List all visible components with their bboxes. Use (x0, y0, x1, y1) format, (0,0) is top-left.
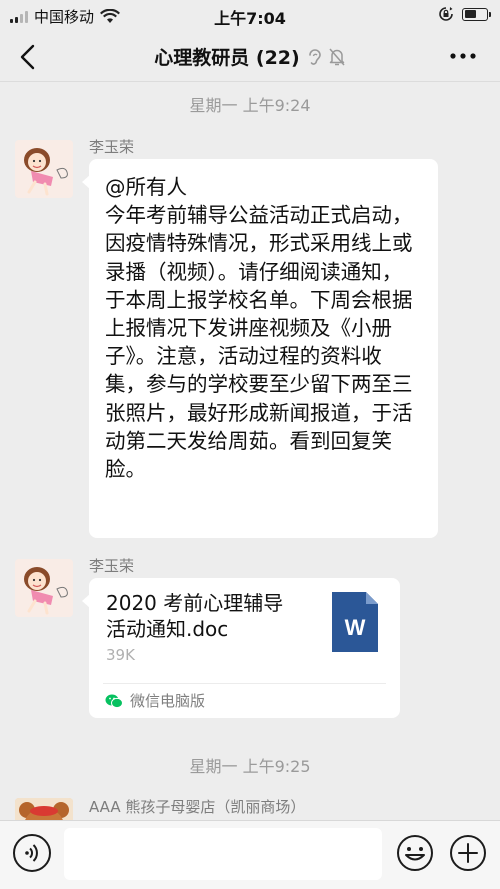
ear-icon (308, 48, 321, 65)
chat-area[interactable]: 星期一 上午9:24 李玉荣 @所有人 今年考前辅导公益活动正式启动，因疫情特殊… (0, 83, 500, 820)
file-source-label: 微信电脑版 (130, 692, 206, 710)
timestamp: 星期一 上午9:24 (189, 96, 311, 115)
word-icon-letter: W (345, 615, 366, 640)
sender-name: 李玉荣 (89, 138, 135, 156)
nav-title-group: 心理教研员 (22) (0, 43, 500, 70)
file-size: 39K (106, 646, 135, 664)
more-options-button[interactable] (448, 44, 478, 68)
file-message-card[interactable]: 2020 考前心理辅导 活动通知.doc 39K W 微信电脑版 (82, 578, 400, 718)
status-right (438, 6, 491, 22)
input-bar (0, 820, 500, 889)
file-source: 微信电脑版 (105, 690, 205, 711)
sender-name: 李玉荣 (89, 557, 135, 575)
nav-bar: 心理教研员 (22) (0, 30, 500, 82)
message-bubble[interactable]: @所有人 今年考前辅导公益活动正式启动，因疫情特殊情况，形式采用线上或录播（视频… (82, 159, 438, 538)
cartoon-girl-avatar-icon (15, 140, 73, 198)
voice-icon (25, 844, 38, 862)
file-card-divider (103, 683, 386, 684)
status-bar: 中国移动 上午7:04 (0, 0, 500, 30)
wechat-icon (105, 694, 123, 708)
timestamp: 星期一 上午9:25 (189, 757, 311, 776)
status-time: 上午7:04 (214, 9, 286, 28)
avatar[interactable] (15, 559, 73, 617)
word-doc-icon: W (332, 592, 378, 652)
message-input[interactable] (64, 828, 382, 880)
chat-title: 心理教研员 (22) (154, 47, 300, 69)
cartoon-girl-avatar-icon (15, 559, 73, 617)
sender-name: AAA 熊孩子母婴店（凯丽商场） (89, 798, 306, 816)
message-text: @所有人 今年考前辅导公益活动正式启动，因疫情特殊情况，形式采用线上或录播（视频… (105, 175, 413, 482)
mute-bell-icon (329, 48, 345, 65)
voice-input-button[interactable] (13, 834, 51, 872)
rotation-lock-icon (439, 7, 453, 21)
avatar[interactable] (15, 140, 73, 198)
more-functions-button[interactable] (448, 833, 488, 873)
file-name: 2020 考前心理辅导 活动通知.doc (106, 591, 284, 641)
bear-avatar-icon (15, 798, 73, 820)
emoji-button[interactable] (395, 833, 435, 873)
battery-icon (462, 7, 491, 21)
avatar[interactable] (15, 798, 73, 820)
